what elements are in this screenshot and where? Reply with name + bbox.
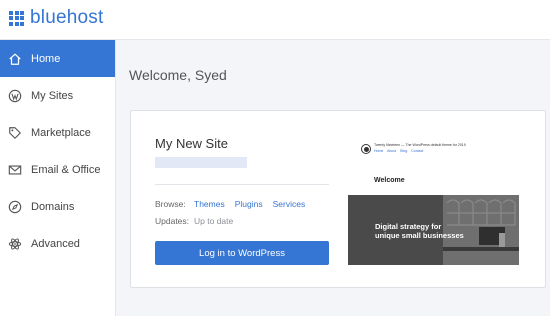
site-card: My New Site Browse: Themes Plugins Servi… [130,110,546,288]
preview-hero-image: Digital strategy for unique small busine… [348,195,519,265]
top-bar: bluehost [0,0,550,40]
updates-status: Up to date [194,216,234,226]
browse-label: Browse: [155,199,186,209]
sidebar: Home My Sites Marketplace Email & Office… [0,40,116,316]
brand-name: bluehost [30,7,104,28]
tag-icon [8,126,22,140]
sidebar-item-label: Marketplace [31,126,91,139]
preview-nav-item: About [387,149,397,153]
sidebar-item-label: Email & Office [31,163,101,176]
preview-nav-item: Blog [400,149,408,153]
preview-nav: Home About Blog Contact [374,149,426,153]
sidebar-item-home[interactable]: Home [0,40,115,77]
themes-link[interactable]: Themes [194,199,225,209]
sidebar-item-my-sites[interactable]: My Sites [0,77,115,114]
sidebar-item-advanced[interactable]: Advanced [0,225,115,262]
browse-row: Browse: Themes Plugins Services [155,199,315,209]
bluehost-logo[interactable]: bluehost [9,8,103,28]
site-preview-thumbnail[interactable]: Twenty Nineteen — The WordPress default … [348,135,519,265]
preview-hero-text: Digital strategy for unique small busine… [375,222,464,240]
preview-hero-line: unique small businesses [375,231,464,240]
plugins-link[interactable]: Plugins [235,199,263,209]
sidebar-item-label: Advanced [31,237,80,250]
login-wordpress-button[interactable]: Log in to WordPress [155,241,329,265]
sidebar-item-label: Domains [31,200,75,213]
sidebar-item-domains[interactable]: Domains [0,188,115,225]
compass-icon [8,200,22,214]
divider [155,184,329,185]
services-link[interactable]: Services [273,199,306,209]
preview-nav-item: Contact [411,149,424,153]
page-title: Welcome, Syed [129,67,227,83]
home-icon [8,52,22,66]
sidebar-item-label: Home [31,52,61,65]
preview-site-title: Twenty Nineteen — The WordPress default … [374,143,466,147]
updates-row: Updates: Up to date [155,216,233,226]
preview-hero-line: Digital strategy for [375,222,442,231]
site-url-redacted [155,157,247,168]
sidebar-item-label: My Sites [31,89,74,102]
site-name: My New Site [155,136,228,151]
grid-logo-icon [9,10,24,26]
updates-label: Updates: [155,216,190,226]
wordpress-icon [8,89,22,103]
preview-nav-item: Home [374,149,384,153]
envelope-icon [8,163,22,177]
preview-welcome-heading: Welcome [374,177,405,184]
sidebar-item-marketplace[interactable]: Marketplace [0,114,115,151]
sidebar-item-email-office[interactable]: Email & Office [0,151,115,188]
preview-logo-icon [361,144,371,154]
atom-icon [8,237,22,251]
